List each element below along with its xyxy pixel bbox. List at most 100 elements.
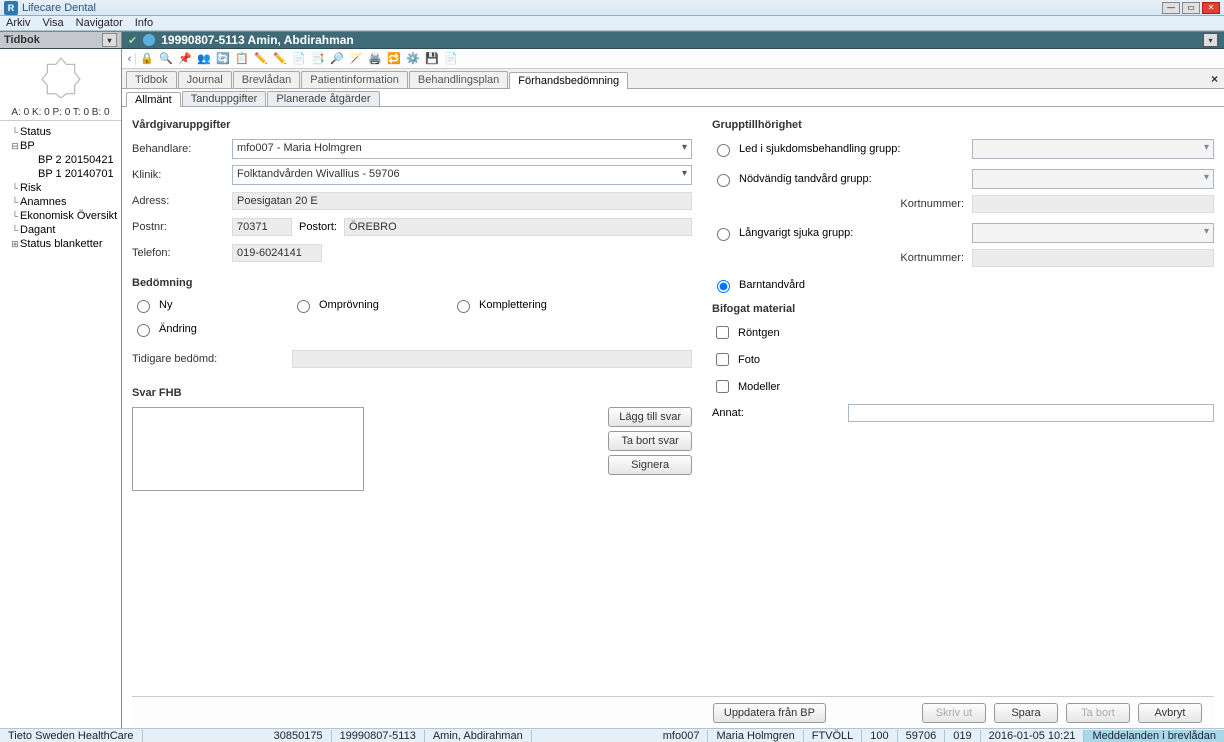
menu-navigator[interactable]: Navigator (76, 17, 123, 29)
radio-komplettering[interactable] (457, 300, 470, 313)
radio-langv[interactable] (717, 228, 730, 241)
patient-dropdown-icon[interactable]: ▾ (1203, 33, 1218, 47)
users-icon[interactable]: 👥 (196, 51, 212, 67)
svar-listbox[interactable] (132, 407, 364, 491)
label-kort2: Kortnummer: (712, 252, 972, 264)
label-andring: Ändring (159, 323, 197, 335)
subtab-planerade[interactable]: Planerade åtgärder (267, 91, 379, 106)
label-rontgen: Röntgen (738, 327, 780, 339)
klinik-select[interactable]: Folktandvården Wivallius - 59706 (232, 165, 692, 185)
status-message[interactable]: Meddelanden i brevlådan (1084, 730, 1224, 742)
tree-bp-child-1[interactable]: BP 2 20150421 (4, 153, 117, 167)
tree-bp-child-2[interactable]: BP 1 20140701 (4, 167, 117, 181)
subtab-allmant[interactable]: Allmänt (126, 92, 181, 107)
doc-icon[interactable]: 📄 (291, 51, 307, 67)
sign-button[interactable]: Signera (608, 455, 692, 475)
menu-info[interactable]: Info (135, 17, 153, 29)
minimize-button[interactable]: — (1162, 2, 1180, 14)
page-icon[interactable]: 📄 (443, 51, 459, 67)
print-icon[interactable]: 🖨️ (367, 51, 383, 67)
edit2-icon[interactable]: ✏️ (272, 51, 288, 67)
skrivut-button[interactable]: Skriv ut (922, 703, 986, 723)
radio-omprovning[interactable] (297, 300, 310, 313)
sync-icon[interactable]: 🔁 (386, 51, 402, 67)
spara-button[interactable]: Spara (994, 703, 1058, 723)
gear-icon[interactable]: ⚙️ (405, 51, 421, 67)
label-adress: Adress: (132, 195, 232, 207)
label-telefon: Telefon: (132, 247, 232, 259)
tab-journal[interactable]: Journal (178, 71, 232, 88)
wand-icon[interactable]: 🪄 (348, 51, 364, 67)
save-icon[interactable]: 💾 (424, 51, 440, 67)
adress-field: Poesigatan 20 E (232, 192, 692, 210)
tree-dagant[interactable]: └Dagant (4, 223, 117, 237)
postnr-field: 70371 (232, 218, 292, 236)
label-annat: Annat: (712, 407, 842, 419)
menu-arkiv[interactable]: Arkiv (6, 17, 30, 29)
edit-icon[interactable]: ✏️ (253, 51, 269, 67)
close-button[interactable]: ✕ (1202, 2, 1220, 14)
label-barn: Barntandvård (739, 279, 805, 291)
docs-icon[interactable]: 📑 (310, 51, 326, 67)
status-pnr: 19990807-5113 (332, 730, 425, 742)
pin-icon[interactable]: 📌 (177, 51, 193, 67)
tabs-lower: Allmänt Tanduppgifter Planerade åtgärder (122, 89, 1224, 107)
app-icon: R (4, 1, 18, 15)
label-postnr: Postnr: (132, 221, 232, 233)
chk-foto[interactable] (716, 353, 729, 366)
lock-icon[interactable]: 🔒 (139, 51, 155, 67)
radio-nodv[interactable] (717, 174, 730, 187)
tidbok-selector[interactable]: Tidbok ▾ (0, 32, 122, 48)
radio-led[interactable] (717, 144, 730, 157)
radio-andring[interactable] (137, 324, 150, 337)
menu-visa[interactable]: Visa (42, 17, 63, 29)
subtab-tanduppgifter[interactable]: Tanduppgifter (182, 91, 267, 106)
search-icon[interactable]: 🔍 (158, 51, 174, 67)
tab-forhandsbedomning[interactable]: Förhandsbedömning (509, 72, 628, 89)
radio-barn[interactable] (717, 280, 730, 293)
sidebar: A: 0 K: 0 P: 0 T: 0 B: 0 └Status ⊟BP BP … (0, 49, 122, 728)
tree-blanketter[interactable]: ⊞Status blanketter (4, 237, 117, 251)
status-n3: 019 (945, 730, 980, 742)
tree-bp[interactable]: ⊟BP (4, 139, 117, 153)
tree-ekonomi[interactable]: └Ekonomisk Översikt (4, 209, 117, 223)
section-svar: Svar FHB (132, 387, 692, 399)
status-name: Amin, Abdirahman (425, 730, 532, 742)
maximize-button[interactable]: ▭ (1182, 2, 1200, 14)
tab-behandlingsplan[interactable]: Behandlingsplan (409, 71, 508, 88)
radio-ny[interactable] (137, 300, 150, 313)
tree-risk[interactable]: └Risk (4, 181, 117, 195)
nodv-select[interactable] (972, 169, 1214, 189)
status-n1: 100 (862, 730, 897, 742)
behandlare-select[interactable]: mfo007 - Maria Holmgren (232, 139, 692, 159)
status-company: Tieto Sweden HealthCare (0, 730, 143, 742)
remove-svar-button[interactable]: Ta bort svar (608, 431, 692, 451)
tree-status[interactable]: └Status (4, 125, 117, 139)
label-postort: Postort: (292, 221, 344, 233)
kort1-field (972, 195, 1214, 213)
zoom-icon[interactable]: 🔎 (329, 51, 345, 67)
tab-tidbok[interactable]: Tidbok (126, 71, 177, 88)
uppdatera-button[interactable]: Uppdatera från BP (713, 703, 826, 723)
gender-icon (143, 34, 155, 46)
tree-anamnes[interactable]: └Anamnes (4, 195, 117, 209)
tabort-button[interactable]: Ta bort (1066, 703, 1130, 723)
label-ny: Ny (159, 299, 172, 311)
status-n2: 59706 (898, 730, 946, 742)
langv-select[interactable] (972, 223, 1214, 243)
tab-close-icon[interactable]: × (1211, 72, 1218, 86)
avbryt-button[interactable]: Avbryt (1138, 703, 1202, 723)
postort-field: ÖREBRO (344, 218, 692, 236)
refresh-icon[interactable]: 🔄 (215, 51, 231, 67)
led-select[interactable] (972, 139, 1214, 159)
tab-brevladan[interactable]: Brevlådan (233, 71, 301, 88)
clipboard-icon[interactable]: 📋 (234, 51, 250, 67)
tidbok-dropdown-icon[interactable]: ▾ (102, 33, 117, 47)
chk-rontgen[interactable] (716, 326, 729, 339)
annat-input[interactable] (848, 404, 1214, 422)
collapse-sidebar-icon[interactable]: ‹ (126, 53, 136, 65)
add-svar-button[interactable]: Lägg till svar (608, 407, 692, 427)
sub-header: Tidbok ▾ ✔ 19990807-5113 Amin, Abdirahma… (0, 31, 1224, 49)
tab-patientinfo[interactable]: Patientinformation (301, 71, 408, 88)
chk-modeller[interactable] (716, 380, 729, 393)
